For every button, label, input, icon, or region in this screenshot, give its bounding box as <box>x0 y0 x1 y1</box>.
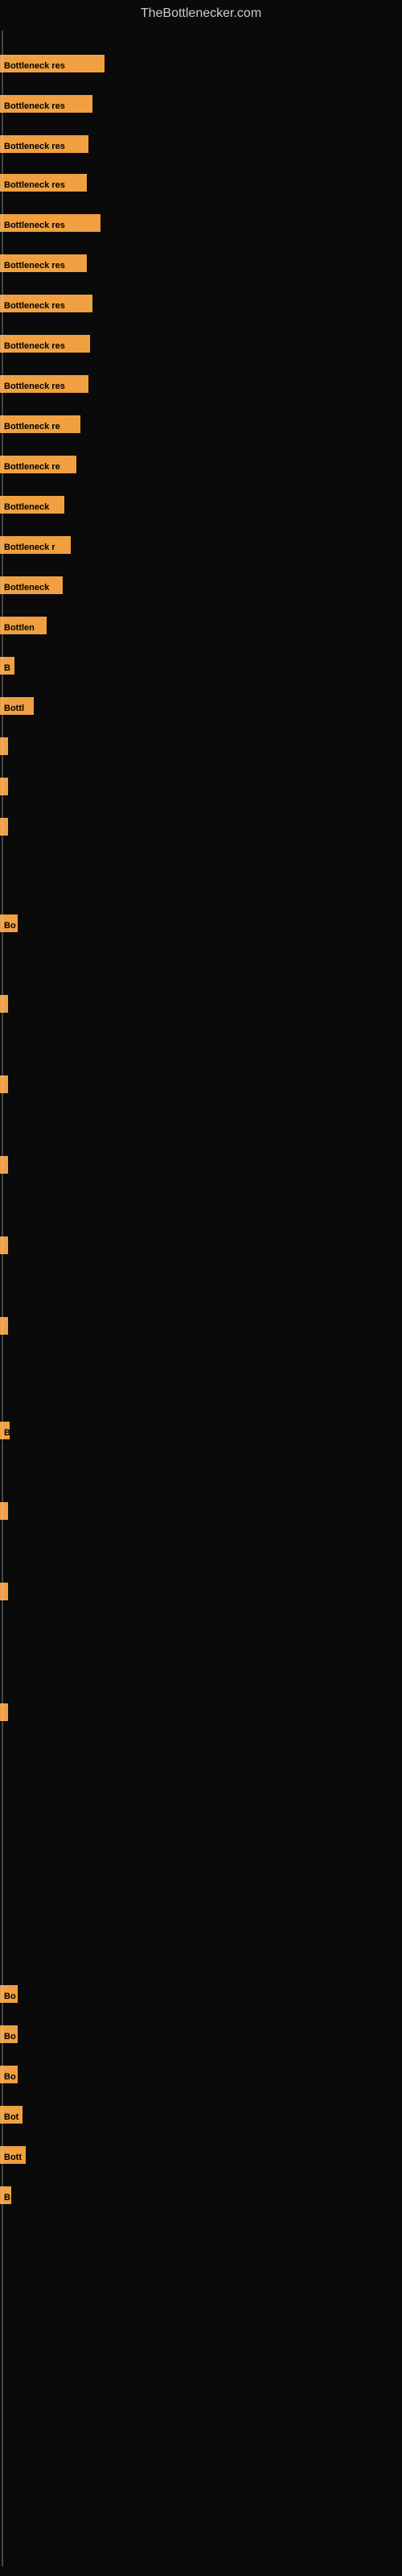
bar-item: Bottleneck res <box>0 335 90 353</box>
bar-item: Bottlen <box>0 617 47 634</box>
bar-item: Bottleneck res <box>0 135 88 153</box>
bar-item: Bott <box>0 2146 26 2164</box>
bar-item: Bottleneck <box>0 576 63 594</box>
bar-label: Bottleneck res <box>0 174 87 192</box>
bar-label: Bottleneck <box>0 576 63 594</box>
bar-item: Bottleneck res <box>0 295 92 312</box>
bar-label: Bottleneck res <box>0 135 88 153</box>
bar-label: Bott <box>0 2146 26 2164</box>
bar-item: Bottleneck <box>0 496 64 514</box>
bar-item: Bot <box>0 2106 23 2124</box>
bar-label: Bottleneck re <box>0 456 76 473</box>
bar-label: Bottleneck res <box>0 254 87 272</box>
bar-label: Bottleneck res <box>0 335 90 353</box>
bar-label: Bottleneck res <box>0 95 92 113</box>
bar-item: Bottl <box>0 697 34 715</box>
bar-label: Bottleneck re <box>0 415 80 433</box>
bar-item: Bottleneck re <box>0 456 76 473</box>
bar-label: Bottleneck res <box>0 295 92 312</box>
bar-label: Bottl <box>0 697 34 715</box>
bar-label: Bottleneck res <box>0 55 105 72</box>
bar-item: Bottleneck re <box>0 415 80 433</box>
bar-item: Bottleneck res <box>0 375 88 393</box>
bar-label: Bottleneck res <box>0 375 88 393</box>
bar-item: Bottleneck res <box>0 174 87 192</box>
bar-label: Bottlen <box>0 617 47 634</box>
bar-item: Bottleneck r <box>0 536 71 554</box>
site-title: TheBottlenecker.com <box>0 0 402 31</box>
bar-item: Bottleneck res <box>0 55 105 72</box>
bar-item: Bottleneck res <box>0 214 100 232</box>
bar-label: Bottleneck r <box>0 536 71 554</box>
bar-label: Bot <box>0 2106 23 2124</box>
bar-item: Bottleneck res <box>0 95 92 113</box>
vertical-reference-line <box>2 31 3 2566</box>
bar-label: Bottleneck <box>0 496 64 514</box>
bar-item: Bottleneck res <box>0 254 87 272</box>
bar-label: Bottleneck res <box>0 214 100 232</box>
